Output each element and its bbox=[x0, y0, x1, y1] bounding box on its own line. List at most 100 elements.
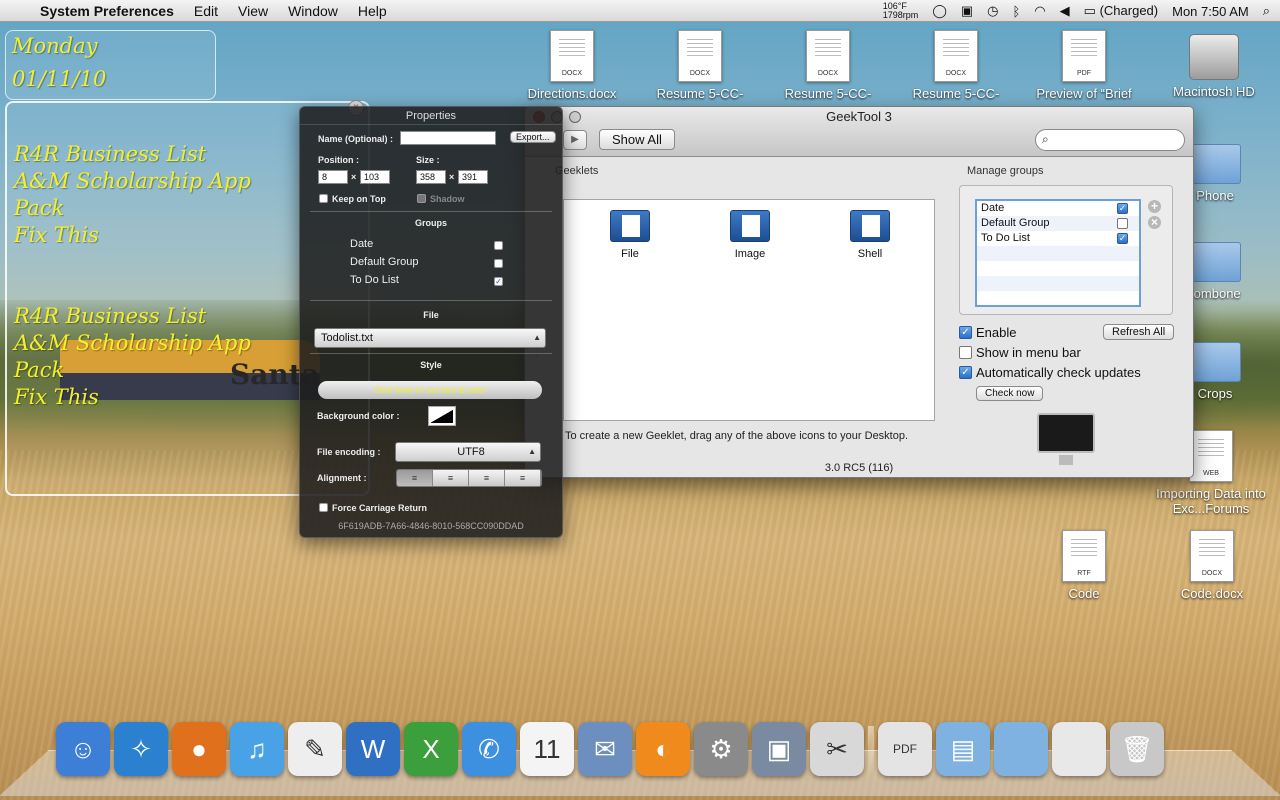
dock-system-preferences-icon[interactable]: ⚙ bbox=[694, 722, 748, 776]
temperature-readout[interactable]: 106°F 1798rpm bbox=[883, 2, 919, 20]
position-y-input[interactable]: 103 bbox=[360, 170, 390, 184]
desktop-file[interactable]: DOCX Resume 5-CC- bbox=[773, 30, 883, 101]
menu-view[interactable]: View bbox=[238, 3, 268, 19]
force-carriage-return-label: Force Carriage Return bbox=[332, 503, 428, 513]
group-checkbox[interactable]: ✓ bbox=[1117, 203, 1128, 214]
dock-trash-icon[interactable]: 🗑 bbox=[1110, 722, 1164, 776]
group-checkbox[interactable]: ✓ bbox=[1117, 233, 1128, 244]
document-icon: DOCX bbox=[934, 30, 978, 82]
dock-mail-icon[interactable]: ✉ bbox=[578, 722, 632, 776]
wifi-icon[interactable]: ◠ bbox=[1034, 3, 1045, 19]
dock-itunes-icon[interactable]: ♫ bbox=[230, 722, 284, 776]
desktop-file[interactable]: DOCX Resume 5-CC- bbox=[645, 30, 755, 101]
font-color-button[interactable]: Click here to set font & color bbox=[318, 381, 542, 399]
bluetooth-icon[interactable]: ᛒ bbox=[1013, 4, 1021, 19]
size-width-input[interactable]: 358 bbox=[416, 170, 446, 184]
enable-checkbox[interactable]: ✓ Enable bbox=[959, 325, 1016, 340]
dock-finder-icon[interactable]: ☺ bbox=[56, 722, 110, 776]
geeklet-uuid: 6F619ADB-7A66-4846-8010-568CC090DDAD bbox=[338, 521, 524, 531]
dock-word-icon[interactable]: W bbox=[346, 722, 400, 776]
speech-bubble-icon[interactable]: ◯ bbox=[932, 3, 947, 19]
dock-script-icon[interactable]: ✎ bbox=[288, 722, 342, 776]
shadow-checkbox[interactable] bbox=[417, 194, 426, 203]
align-center-icon[interactable]: ≡ bbox=[433, 470, 469, 486]
web-document-icon: WEB bbox=[1189, 430, 1233, 482]
menu-edit[interactable]: Edit bbox=[194, 3, 218, 19]
groups-list[interactable]: Date ✓ Default Group To Do List ✓ bbox=[975, 199, 1141, 307]
align-left-icon[interactable]: ≡ bbox=[397, 470, 433, 486]
image-geeklet[interactable]: Image bbox=[710, 210, 790, 260]
check-now-button[interactable]: Check now bbox=[976, 386, 1044, 401]
properties-title: Properties bbox=[300, 107, 562, 125]
shell-geeklet[interactable]: Shell bbox=[830, 210, 910, 260]
battery-label: (Charged) bbox=[1099, 3, 1159, 18]
hard-drive-icon bbox=[1189, 34, 1239, 80]
export-button[interactable]: Export... bbox=[510, 131, 556, 143]
dock-downloads-icon[interactable] bbox=[1052, 722, 1106, 776]
hud-group-checkbox[interactable] bbox=[494, 241, 503, 250]
dock-safari-icon[interactable]: ✧ bbox=[114, 722, 168, 776]
pdf-icon: PDF bbox=[1062, 30, 1106, 82]
file-geeklet[interactable]: File bbox=[590, 210, 670, 260]
auto-check-updates-checkbox[interactable]: ✓ Automatically check updates bbox=[959, 365, 1141, 380]
desktop-file[interactable]: PDF Preview of “Brief bbox=[1029, 30, 1139, 101]
dock-movies-icon[interactable]: ▤ bbox=[936, 722, 990, 776]
group-row[interactable]: Default Group bbox=[977, 216, 1139, 231]
battery-status[interactable]: ▭ (Charged) bbox=[1084, 3, 1158, 19]
hud-group-checkbox[interactable]: ✓ bbox=[494, 277, 503, 286]
volume-icon[interactable]: ◀ bbox=[1060, 3, 1070, 19]
add-group-icon[interactable]: + bbox=[1148, 200, 1161, 213]
desktop-file[interactable]: DOCX Directions.docx bbox=[517, 30, 627, 101]
dock-clipping-icon[interactable]: ✂ bbox=[810, 722, 864, 776]
dock-mozy-icon[interactable]: ◐ bbox=[636, 722, 690, 776]
battery-icon: ▭ bbox=[1083, 3, 1100, 18]
background-color-well[interactable] bbox=[428, 406, 456, 426]
dock-firefox-icon[interactable]: ● bbox=[172, 722, 226, 776]
desktop-file[interactable]: DOCX Resume 5-CC- bbox=[901, 30, 1011, 101]
todo-line: A&M Scholarship App bbox=[14, 169, 251, 193]
forward-arrow-icon[interactable]: ▶ bbox=[563, 130, 587, 150]
dock-excel-icon[interactable]: X bbox=[404, 722, 458, 776]
menu-window[interactable]: Window bbox=[288, 3, 338, 19]
size-height-input[interactable]: 391 bbox=[458, 170, 488, 184]
force-carriage-return-checkbox[interactable] bbox=[319, 503, 328, 512]
desktop-file-label: Code.docx bbox=[1180, 586, 1244, 601]
refresh-all-button[interactable]: Refresh All bbox=[1103, 324, 1175, 340]
group-checkbox[interactable] bbox=[1117, 218, 1128, 229]
desktop-file[interactable]: RTF Code bbox=[1029, 530, 1139, 601]
spotlight-icon[interactable]: ⌕ bbox=[1263, 3, 1270, 19]
app-menu[interactable]: System Preferences bbox=[40, 3, 174, 19]
position-x-input[interactable]: 8 bbox=[318, 170, 348, 184]
align-right-icon[interactable]: ≡ bbox=[469, 470, 505, 486]
search-field[interactable]: ⌕ bbox=[1035, 129, 1185, 151]
align-justify-icon[interactable]: ≡ bbox=[505, 470, 541, 486]
show-in-menu-bar-checkbox[interactable]: Show in menu bar bbox=[959, 345, 1081, 360]
group-row[interactable]: To Do List ✓ bbox=[977, 231, 1139, 246]
document-icon: DOCX bbox=[806, 30, 850, 82]
group-row[interactable]: Date ✓ bbox=[977, 201, 1139, 216]
dock-folder-icon[interactable] bbox=[994, 722, 1048, 776]
keep-on-top-checkbox[interactable] bbox=[319, 194, 328, 203]
dock-ichat-icon[interactable]: ✆ bbox=[462, 722, 516, 776]
show-all-button[interactable]: Show All bbox=[599, 129, 675, 150]
clock[interactable]: Mon 7:50 AM bbox=[1172, 4, 1249, 19]
size-label: Size : bbox=[416, 155, 440, 165]
name-input[interactable] bbox=[400, 131, 496, 145]
desktop-file[interactable]: DOCX Code.docx bbox=[1157, 530, 1267, 601]
menu-help[interactable]: Help bbox=[358, 3, 387, 19]
desktop-file-label: Preview of “Brief bbox=[1036, 86, 1132, 101]
hud-group-checkbox[interactable] bbox=[494, 259, 503, 268]
folder-icon bbox=[1189, 144, 1241, 184]
divider bbox=[310, 211, 552, 212]
properties-panel: Properties Name (Optional) : Export... P… bbox=[299, 106, 563, 538]
encoding-popup[interactable]: UTF8▲▼ bbox=[395, 442, 541, 474]
file-popup[interactable]: Todolist.txt ▲ ▼ bbox=[314, 328, 546, 360]
document-icon: DOCX bbox=[550, 30, 594, 82]
desktop-hard-drive[interactable]: Macintosh HD bbox=[1159, 34, 1269, 99]
dock-vmware-icon[interactable]: ▣ bbox=[752, 722, 806, 776]
dock-documents-icon[interactable]: PDF bbox=[878, 722, 932, 776]
dock-ical-icon[interactable]: 11 bbox=[520, 722, 574, 776]
remove-group-icon[interactable]: × bbox=[1148, 216, 1161, 229]
time-machine-icon[interactable]: ◷ bbox=[987, 3, 998, 19]
display-icon[interactable]: ▣ bbox=[961, 3, 973, 19]
